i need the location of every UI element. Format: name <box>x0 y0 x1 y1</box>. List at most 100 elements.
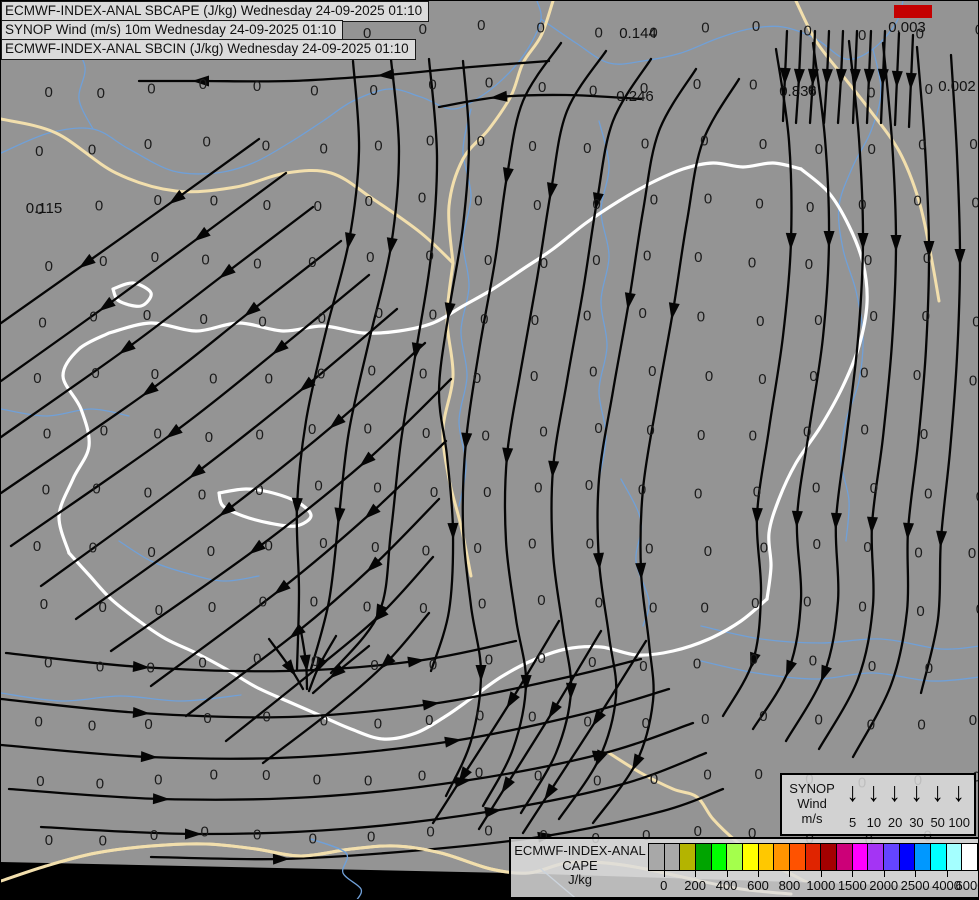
station-value-zero: 0 <box>99 832 107 849</box>
wind-streamline <box>39 751 708 836</box>
station-value-zero: 0 <box>528 535 536 552</box>
down-arrow-icon: ↓ <box>889 777 902 807</box>
down-arrow-icon: ↓ <box>953 777 966 807</box>
station-value-zero: 0 <box>34 713 42 730</box>
cape-tick-label: 6000 <box>955 878 978 893</box>
streamline-arrowhead <box>546 182 558 200</box>
station-value-zero: 0 <box>701 711 709 728</box>
station-value-zero: 0 <box>703 767 711 784</box>
streamline-arrowhead <box>905 72 917 90</box>
station-value-zero: 0 <box>154 772 162 789</box>
station-value-zero: 0 <box>755 195 763 212</box>
wind-scale-value: 100 <box>948 815 971 830</box>
river-line <box>1 408 130 417</box>
station-value-zero: 0 <box>373 480 381 497</box>
cape-color-cell <box>820 844 837 870</box>
station-value-zero: 0 <box>313 772 321 789</box>
cape-color-cell <box>649 844 664 870</box>
station-value-zero: 0 <box>262 137 270 154</box>
cape-color-cell <box>961 844 978 870</box>
streamline-arrowhead <box>823 230 835 248</box>
station-value-zero: 0 <box>320 712 328 729</box>
station-value-zero: 0 <box>310 82 318 99</box>
station-value-zero: 0 <box>694 249 702 266</box>
streamline-arrowhead <box>849 68 861 86</box>
station-value-zero: 0 <box>265 538 273 555</box>
station-value-zero: 0 <box>805 256 813 273</box>
station-value-zero: 0 <box>375 305 383 322</box>
wind-legend-line-wind: Wind <box>797 796 827 811</box>
station-value-zero: 0 <box>364 772 372 789</box>
station-value-zero: 0 <box>419 600 427 617</box>
streamline-arrowhead <box>184 828 202 840</box>
station-value-zero: 0 <box>650 191 658 208</box>
streamline-arrowhead <box>632 753 645 772</box>
cape-tick-label: 0 <box>660 878 668 893</box>
station-value-zero: 0 <box>36 773 44 790</box>
cape-tick <box>820 871 822 877</box>
station-value-zero: 0 <box>367 829 375 846</box>
station-value-zero: 0 <box>422 425 430 442</box>
streamline-arrowhead <box>484 806 502 818</box>
country-border-white <box>67 551 769 741</box>
station-value-zero: 0 <box>975 21 979 38</box>
station-value-zero: 0 <box>422 543 430 560</box>
river-line <box>1 692 242 702</box>
station-value-zero: 0 <box>483 484 491 501</box>
wind-scale-value: 5 <box>849 815 857 830</box>
station-value-zero: 0 <box>758 371 766 388</box>
cape-color-cell <box>757 844 774 870</box>
station-value-zero: 0 <box>917 716 925 733</box>
streamline-arrowhead <box>502 167 514 185</box>
station-value-zero: 0 <box>265 370 273 387</box>
station-value-zero: 0 <box>473 540 481 557</box>
cape-legend-label: ECMWF-INDEX-ANAL CAPE J/kg <box>513 841 647 888</box>
cape-tick <box>915 871 917 877</box>
station-value-zero: 0 <box>693 655 701 672</box>
streamline-arrowhead <box>118 339 136 355</box>
station-value-zero: 0 <box>860 364 868 381</box>
station-value-zero: 0 <box>144 716 152 733</box>
cape-color-cell <box>695 844 711 870</box>
station-value-zero: 0 <box>202 134 210 151</box>
station-value-zero: 0 <box>812 479 820 496</box>
streamline-arrowhead <box>502 447 514 465</box>
station-value-zero: 0 <box>310 594 318 611</box>
station-value-zero: 0 <box>924 486 932 503</box>
station-value-label: 0.836 <box>779 83 817 100</box>
station-value-zero: 0 <box>320 141 328 158</box>
station-value-zero: 0 <box>583 140 591 157</box>
station-value-zero: 0 <box>474 192 482 209</box>
station-value-zero: 0 <box>199 76 207 93</box>
station-value-zero: 0 <box>867 717 875 734</box>
wind-scale-value: 10 <box>866 815 882 830</box>
station-value-zero: 0 <box>91 365 99 382</box>
station-value-zero: 0 <box>593 772 601 789</box>
station-value-zero: 0 <box>700 133 708 150</box>
cape-legend-line-units: J/kg <box>568 872 592 887</box>
down-arrow-icon: ↓ <box>867 777 880 807</box>
cape-color-cell <box>726 844 743 870</box>
wind-scale-value: 50 <box>930 815 945 830</box>
down-arrow-icon: ↓ <box>931 777 944 807</box>
station-value-zero: 0 <box>870 308 878 325</box>
station-value-zero: 0 <box>425 712 433 729</box>
station-value-zero: 0 <box>534 768 542 785</box>
streamline-arrowhead <box>248 539 266 555</box>
station-value-zero: 0 <box>144 485 152 502</box>
station-value-zero: 0 <box>45 832 53 849</box>
station-value-zero: 0 <box>484 823 492 840</box>
station-value-zero: 0 <box>371 539 379 556</box>
cape-color-cell <box>883 844 899 870</box>
station-value-zero: 0 <box>475 765 483 782</box>
wind-scale-value: 20 <box>887 815 903 830</box>
streamline-arrowhead <box>218 263 236 279</box>
streamline-arrowhead <box>411 342 423 360</box>
cape-tick <box>883 871 885 877</box>
wind-scale-entry: ↓ 50 <box>927 777 948 832</box>
cape-color-cell <box>914 844 931 870</box>
wind-streamline <box>919 53 962 695</box>
station-value-zero: 0 <box>540 255 548 272</box>
station-value-zero: 0 <box>253 651 261 668</box>
station-value-zero: 0 <box>916 603 924 620</box>
